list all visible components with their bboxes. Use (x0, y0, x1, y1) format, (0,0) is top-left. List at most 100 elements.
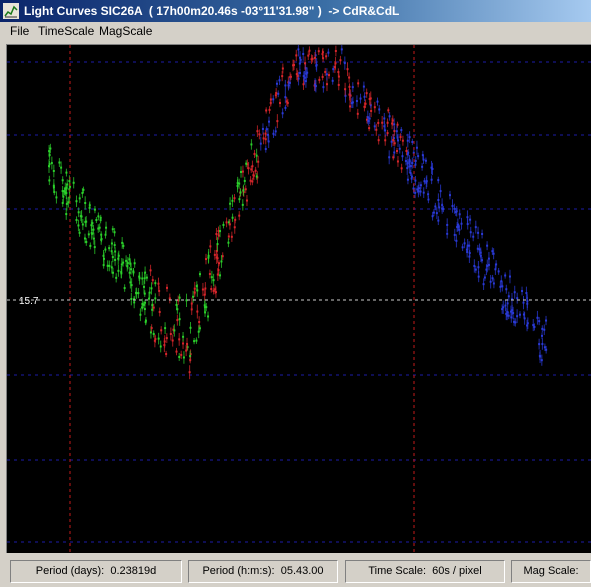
data-point (500, 280, 503, 283)
data-point (222, 223, 225, 226)
data-point (541, 343, 544, 346)
data-point (186, 342, 189, 345)
data-point (60, 166, 63, 169)
data-point (451, 204, 454, 207)
data-point (233, 197, 236, 200)
data-point (198, 327, 201, 330)
data-point (216, 243, 219, 246)
data-point (251, 180, 254, 183)
data-point (453, 233, 456, 236)
data-point (482, 283, 485, 286)
data-point (514, 321, 517, 324)
data-point (540, 334, 543, 337)
data-point (399, 136, 402, 139)
data-point (151, 279, 154, 282)
data-point (48, 179, 51, 182)
data-point (388, 115, 391, 118)
data-point (90, 224, 93, 227)
data-point (346, 68, 349, 71)
light-curve-plot[interactable]: 15.7 (6, 42, 591, 553)
data-point (122, 244, 125, 247)
data-point (383, 117, 386, 120)
data-point (272, 132, 275, 135)
data-point (144, 271, 147, 274)
data-point (111, 228, 114, 231)
data-point (241, 203, 244, 206)
data-point (87, 233, 90, 236)
data-point (128, 271, 131, 274)
data-point (337, 83, 340, 86)
data-point (111, 256, 114, 259)
data-point (386, 121, 389, 124)
data-point (327, 51, 330, 54)
reference-magnitude-label: 15.7 (19, 296, 39, 307)
data-point (230, 235, 233, 238)
data-point (545, 348, 548, 351)
data-point (217, 269, 220, 272)
data-point (245, 162, 248, 165)
data-point (213, 253, 216, 256)
data-point (272, 98, 275, 101)
data-point (99, 219, 102, 222)
data-point (404, 160, 407, 163)
data-point (373, 106, 376, 109)
data-point (351, 86, 354, 89)
data-point (154, 297, 157, 300)
status-bar: Period (days): 0.23819d Period (h:m:s): … (0, 556, 591, 587)
data-point (405, 149, 408, 152)
data-point (526, 300, 529, 303)
data-point (62, 195, 65, 198)
data-point (388, 156, 391, 159)
data-point (104, 248, 107, 251)
data-point (525, 292, 528, 295)
data-point (474, 226, 477, 229)
title-bar[interactable]: Light Curves SIC26A ( 17h00m20.46s -03°1… (0, 0, 591, 22)
data-point (132, 270, 135, 273)
data-point (483, 276, 486, 279)
data-point (117, 254, 120, 257)
data-point (255, 154, 258, 157)
menu-magscale[interactable]: MagScale (98, 22, 153, 40)
data-point (437, 179, 440, 182)
data-point (505, 312, 508, 315)
data-point (533, 325, 536, 328)
data-point (538, 320, 541, 323)
data-point (85, 240, 88, 243)
menu-bar: File TimeScale MagScale (0, 22, 591, 40)
data-point (421, 154, 424, 157)
status-time-scale: Time Scale: 60s / pixel (345, 560, 505, 583)
data-point (254, 169, 257, 172)
data-point (88, 206, 91, 209)
data-point (238, 198, 241, 201)
data-point (396, 160, 399, 163)
data-point (523, 317, 526, 320)
data-point (198, 320, 201, 323)
data-point (393, 151, 396, 154)
data-point (325, 73, 328, 76)
data-point (277, 92, 280, 95)
data-point (212, 279, 215, 282)
data-point (400, 167, 403, 170)
data-point (92, 237, 95, 240)
data-point (292, 64, 295, 67)
data-point (105, 226, 108, 229)
data-point (539, 355, 542, 358)
menu-timescale[interactable]: TimeScale (37, 22, 95, 40)
data-point (504, 304, 507, 307)
data-point (195, 285, 198, 288)
data-point (152, 306, 155, 309)
data-point (339, 59, 342, 62)
data-point (178, 338, 181, 341)
data-point (411, 140, 414, 143)
data-point (344, 88, 347, 91)
data-point (216, 257, 219, 260)
data-point (304, 62, 307, 65)
menu-file[interactable]: File (9, 22, 30, 40)
data-point (63, 190, 66, 193)
data-point (458, 213, 461, 216)
data-point (128, 258, 131, 261)
data-point (481, 233, 484, 236)
data-point (93, 246, 96, 249)
data-point (205, 258, 208, 261)
data-point (348, 85, 351, 88)
